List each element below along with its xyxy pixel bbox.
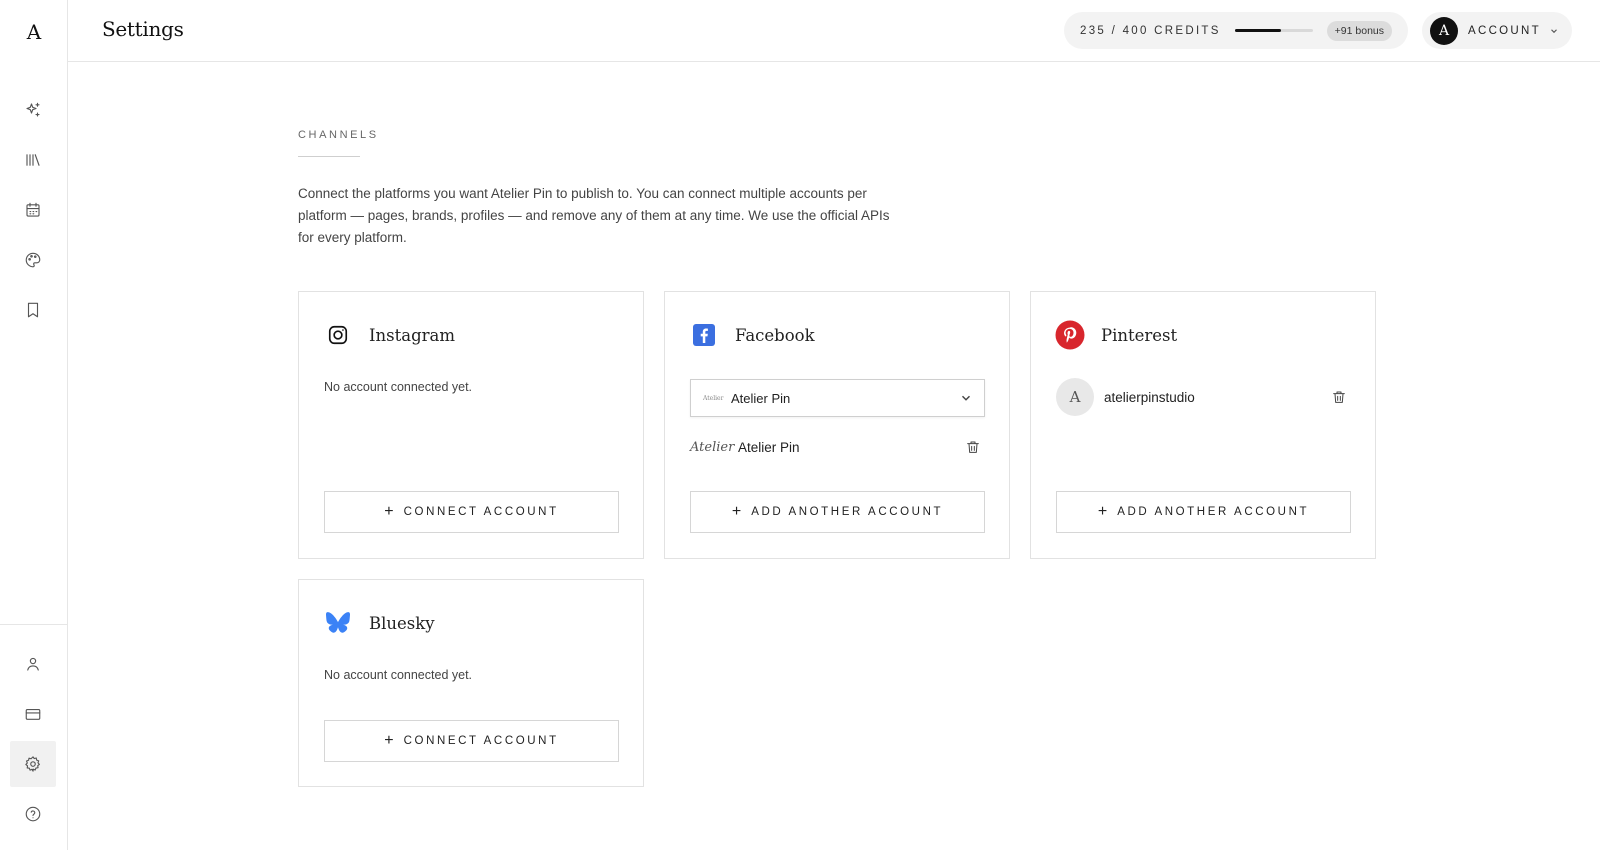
nav-create[interactable] [10,87,56,133]
nav-help[interactable] [10,791,56,837]
bonus-badge: +91 bonus [1326,20,1392,41]
nav-library[interactable] [10,137,56,183]
plus-icon: + [384,732,394,749]
instagram-icon [323,320,353,350]
button-label: ADD ANOTHER ACCOUNT [1117,506,1310,518]
facebook-page-select[interactable]: Atelier Atelier Pin [690,379,985,417]
plus-icon: + [731,503,742,520]
channels-intro: Connect the platforms you want Atelier P… [298,186,890,245]
user-icon [27,657,39,671]
bookmark-icon [27,302,39,318]
top-header: Settings 235 / 400 CREDITS +91 bonus A A… [68,0,1600,62]
button-label: CONNECT ACCOUNT [403,506,559,518]
avatar: A [1430,16,1458,45]
button-label: ADD ANOTHER ACCOUNT [751,506,944,518]
credits-indicator[interactable]: 235 / 400 CREDITS +91 bonus [1064,12,1408,49]
trash-icon[interactable] [1331,389,1347,405]
sparkles-icon [26,102,40,117]
empty-note: No account connected yet. [324,668,473,682]
plus-icon: + [1097,503,1108,520]
credit-card-icon [25,708,41,720]
add-facebook-account-button[interactable]: + ADD ANOTHER ACCOUNT [690,491,985,533]
page-title: Settings [102,17,184,41]
account-menu-button[interactable]: A ACCOUNT [1422,12,1572,49]
pinterest-icon [1055,320,1085,350]
instagram-card: Instagram No account connected yet. + CO… [298,291,644,559]
card-title: Facebook [735,325,815,345]
select-value: Atelier Pin [731,390,791,406]
bluesky-card: Bluesky No account connected yet. + CONN… [298,579,644,787]
nav-billing[interactable] [10,691,56,737]
connect-bluesky-button[interactable]: + CONNECT ACCOUNT [324,720,619,762]
chevron-down-icon [961,395,971,401]
page-logo: Atelier [703,394,724,402]
bluesky-icon [323,608,353,638]
nav-profile[interactable] [10,641,56,687]
card-title: Bluesky [369,613,435,633]
palette-icon [25,252,41,268]
section-label: CHANNELS [298,129,379,141]
pinterest-card: Pinterest A atelierpinstudio + ADD ANOTH… [1030,291,1376,559]
connect-instagram-button[interactable]: + CONNECT ACCOUNT [324,491,619,533]
button-label: CONNECT ACCOUNT [403,735,559,747]
account-logo: Atelier [690,439,735,455]
app-logo[interactable]: A [0,20,68,44]
settings-icon [25,756,40,772]
account-name: Atelier Pin [738,439,800,455]
facebook-icon [689,320,719,350]
credits-text: 235 / 400 CREDITS [1080,24,1221,37]
trash-icon[interactable] [965,439,981,455]
nav-saved[interactable] [10,287,56,333]
facebook-card: Facebook Atelier Atelier Pin Atelier Ate… [664,291,1010,559]
connected-account-row: Atelier Atelier Pin [690,427,985,467]
connected-account-row: A atelierpinstudio [1056,377,1351,417]
card-title: Instagram [369,325,456,345]
account-label: ACCOUNT [1468,24,1541,37]
credits-progress-fill [1234,29,1281,32]
nav-calendar[interactable] [10,187,56,233]
help-icon [25,806,41,822]
credits-progress-bar [1234,29,1313,32]
nav-settings[interactable] [10,741,56,787]
nav-brand[interactable] [10,237,56,283]
plus-icon: + [384,503,394,520]
account-name: atelierpinstudio [1104,389,1195,405]
sidebar: A [0,0,68,850]
section-underline [298,156,360,157]
add-pinterest-account-button[interactable]: + ADD ANOTHER ACCOUNT [1056,491,1351,533]
avatar: A [1056,378,1094,416]
library-icon [26,154,40,166]
calendar-icon [26,202,40,217]
card-title: Pinterest [1101,325,1178,345]
chevron-down-icon [1551,28,1557,33]
sidebar-divider [0,624,68,625]
empty-note: No account connected yet. [324,380,473,394]
